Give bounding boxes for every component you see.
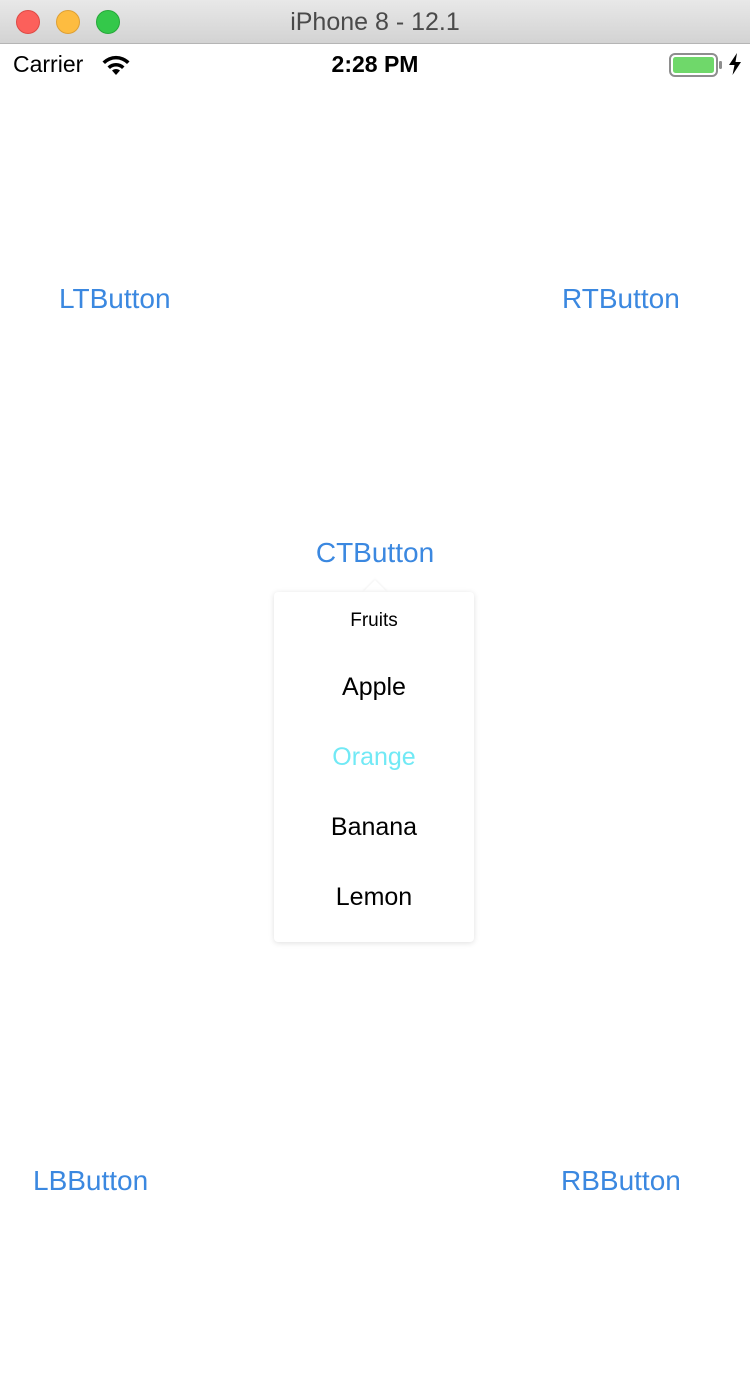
window-title: iPhone 8 - 12.1 xyxy=(290,8,460,36)
status-time: 2:28 PM xyxy=(331,51,419,77)
menu-item-orange[interactable]: Orange xyxy=(274,722,474,792)
ios-status-bar: Carrier 2:28 PM xyxy=(0,44,750,86)
popover-title: Fruits xyxy=(350,610,398,631)
popover-arrow xyxy=(363,580,387,592)
ct-button[interactable]: CTButton xyxy=(0,536,750,570)
lt-button[interactable]: LTButton xyxy=(59,282,171,316)
rb-button[interactable]: RBButton xyxy=(561,1164,681,1198)
simulator-window: iPhone 8 - 12.1 Carrier 2:28 PM LTButton… xyxy=(0,0,750,1378)
menu-item-lemon[interactable]: Lemon xyxy=(274,862,474,932)
fruits-popover-menu: Fruits Apple Orange Banana Lemon xyxy=(274,592,474,942)
menu-item-banana[interactable]: Banana xyxy=(274,792,474,862)
window-titlebar: iPhone 8 - 12.1 xyxy=(0,0,750,44)
battery-icon xyxy=(669,53,722,77)
rt-button[interactable]: RTButton xyxy=(562,282,680,316)
menu-item-apple[interactable]: Apple xyxy=(274,652,474,722)
charging-bolt-icon xyxy=(729,53,741,75)
lb-button[interactable]: LBButton xyxy=(33,1164,148,1198)
